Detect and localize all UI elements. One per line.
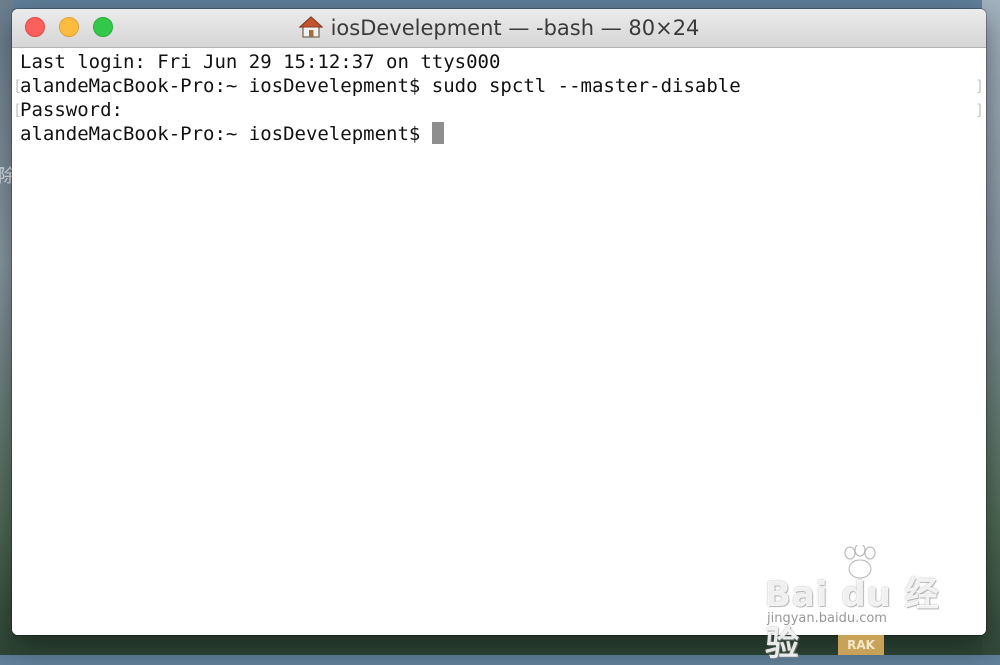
window-title: iosDevelepment — -bash — 80×24 xyxy=(12,16,986,43)
text-cursor xyxy=(431,122,444,144)
terminal-line: alandeMacBook-Pro:~ iosDevelepment$ sudo… xyxy=(20,75,741,97)
terminal-prompt: alandeMacBook-Pro:~ iosDevelepment$ xyxy=(20,123,432,145)
desktop-tile: RAK xyxy=(838,635,884,655)
window-title-text: iosDevelepment — -bash — 80×24 xyxy=(330,16,700,40)
terminal-prompt-line[interactable]: alandeMacBook-Pro:~ iosDevelepment$ xyxy=(20,122,444,146)
line-marker-right: ] xyxy=(974,77,984,95)
terminal-line: Last login: Fri Jun 29 15:12:37 on ttys0… xyxy=(20,51,501,73)
watermark-url: jingyan.baidu.com xyxy=(767,611,887,626)
title-bar[interactable]: iosDevelepment — -bash — 80×24 xyxy=(12,9,986,48)
line-marker-right: ] xyxy=(974,101,984,119)
home-icon xyxy=(297,16,324,43)
terminal-window[interactable]: iosDevelepment — -bash — 80×24 Last logi… xyxy=(12,9,986,635)
terminal-line: Password: xyxy=(20,99,123,121)
baidu-watermark: Bai du 经验 jingyan.baidu.com xyxy=(755,545,945,664)
